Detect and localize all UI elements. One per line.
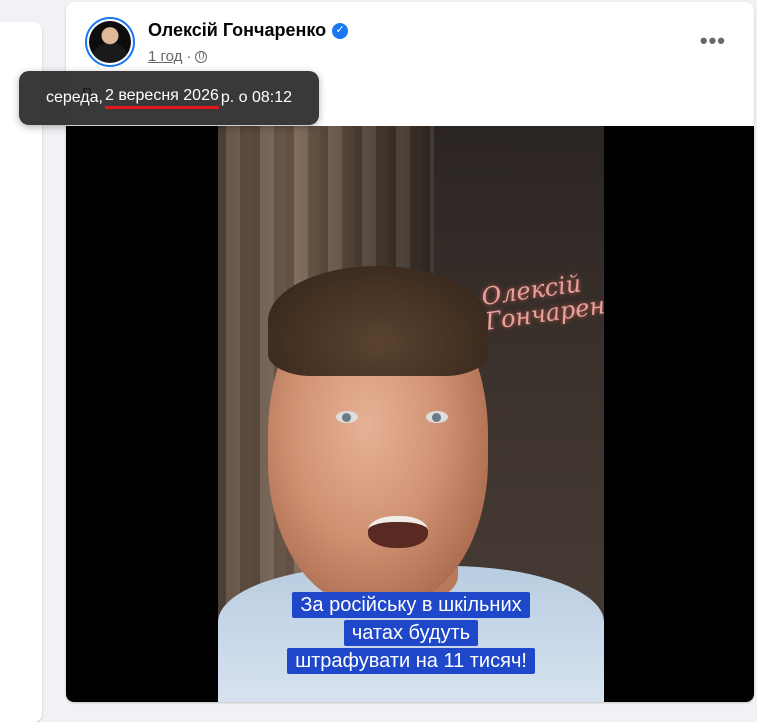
caption-line-3: штрафувати на 11 тисяч! — [287, 648, 535, 674]
timestamp-tooltip: середа, 2 вересня 2026 р. о 08:12 — [19, 71, 319, 125]
left-sidebar-card — [0, 22, 42, 722]
avatar-image — [89, 21, 131, 63]
post-timestamp[interactable]: 1 год — [148, 48, 182, 65]
tooltip-time: р. о 08:12 — [220, 89, 293, 106]
video-frame: Олексій Гончарен За російську в шкільних… — [218, 126, 604, 702]
author-name-row: Олексій Гончаренко ✓ — [148, 20, 349, 41]
globe-icon[interactable] — [195, 50, 208, 63]
person-hair — [268, 266, 488, 376]
more-options-icon[interactable]: ••• — [700, 30, 726, 52]
person-mouth — [368, 516, 428, 548]
video-player[interactable]: Олексій Гончарен За російську в шкільних… — [66, 126, 754, 702]
verified-badge-icon: ✓ — [332, 22, 349, 39]
author-avatar[interactable] — [85, 17, 135, 67]
tooltip-date: 2 вересня 2026 — [104, 87, 219, 109]
video-captions: За російську в шкільних чатах будуть штр… — [218, 592, 604, 674]
caption-line-1: За російську в шкільних — [292, 592, 530, 618]
post-meta: 1 год · — [148, 48, 208, 65]
meta-separator: · — [186, 48, 192, 65]
left-eye — [336, 411, 358, 423]
caption-line-2: чатах будуть — [343, 620, 479, 646]
right-eye — [426, 411, 448, 423]
tooltip-weekday: середа, — [45, 89, 103, 106]
author-name[interactable]: Олексій Гончаренко — [148, 20, 326, 41]
